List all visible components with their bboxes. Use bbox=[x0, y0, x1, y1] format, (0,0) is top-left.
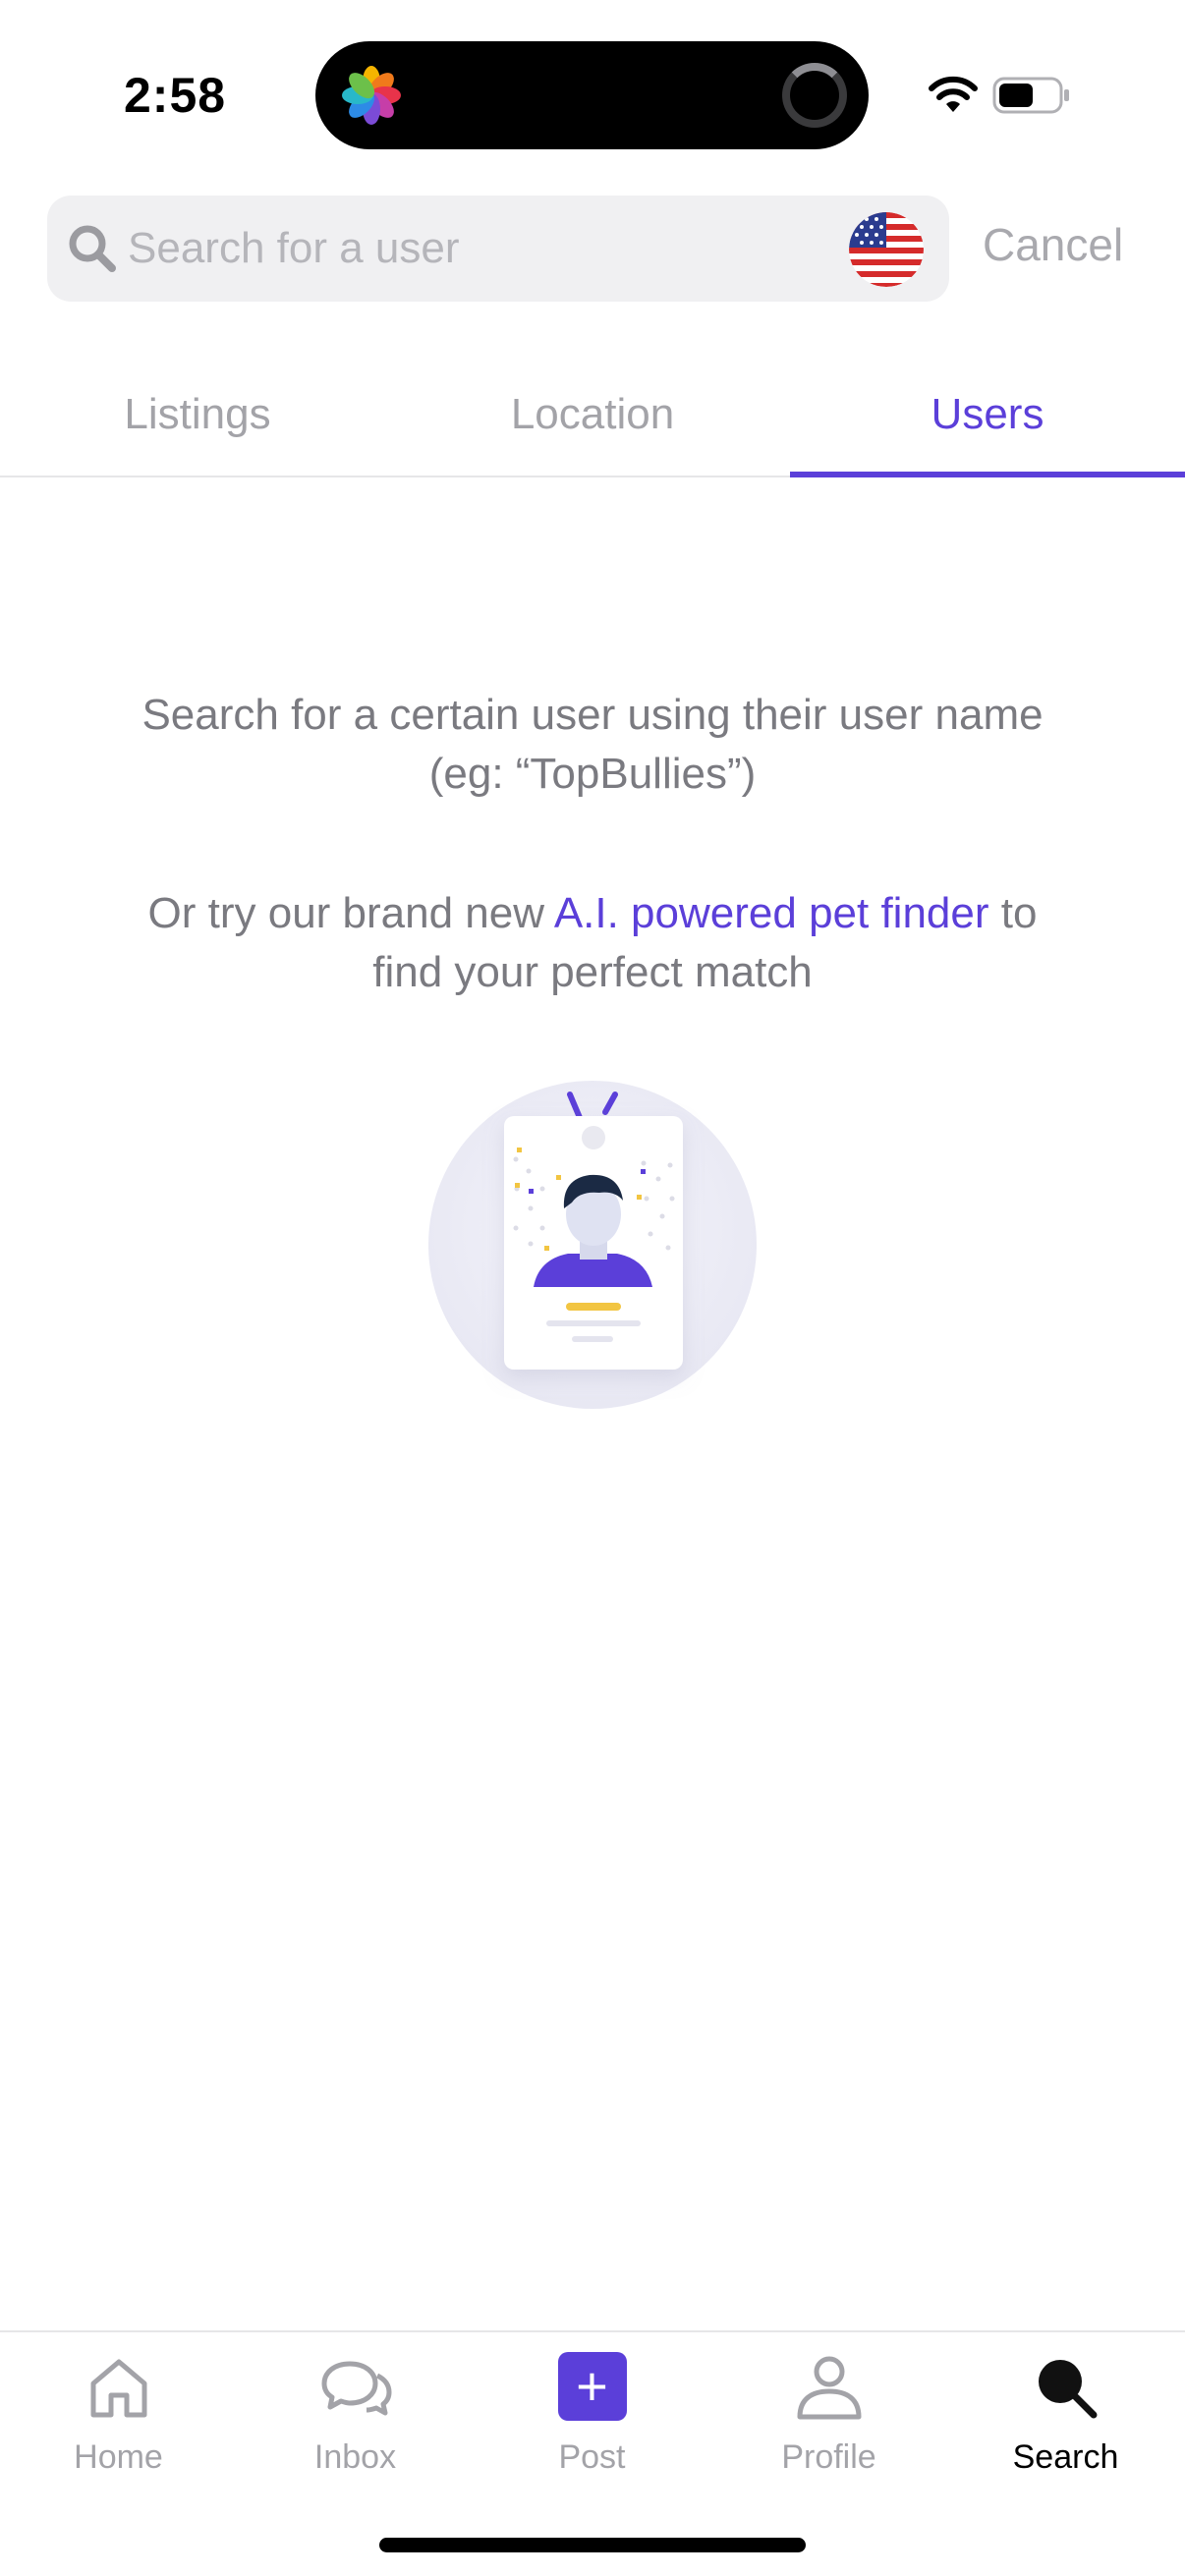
tab-listings[interactable]: Listings bbox=[0, 354, 395, 476]
search-hint-line-1: Search for a certain user using their us… bbox=[141, 691, 1044, 739]
nav-item-inbox[interactable]: Inbox bbox=[237, 2332, 474, 2529]
search-input[interactable] bbox=[128, 196, 875, 302]
nav-label-home: Home bbox=[74, 2438, 163, 2476]
tab-users[interactable]: Users bbox=[790, 354, 1185, 476]
search-bar[interactable] bbox=[47, 196, 949, 302]
pet-finder-link[interactable]: A.I. powered pet finder bbox=[554, 889, 989, 937]
pet-finder-line-2: find your perfect match bbox=[372, 948, 813, 996]
search-icon bbox=[1038, 2360, 1097, 2419]
pet-finder-suffix: to bbox=[1000, 889, 1038, 937]
nav-label-post: Post bbox=[558, 2438, 626, 2476]
search-hint: Search for a certain user using their us… bbox=[59, 686, 1126, 804]
home-indicator bbox=[379, 2538, 806, 2552]
user-id-card-icon bbox=[428, 1081, 757, 1409]
search-hint-line-2: (eg: “TopBullies”) bbox=[428, 750, 757, 798]
dynamic-island bbox=[315, 41, 869, 149]
pet-finder-prefix: Or try our brand new bbox=[147, 889, 545, 937]
search-icon bbox=[69, 225, 116, 272]
nav-label-inbox: Inbox bbox=[313, 2438, 397, 2476]
home-icon bbox=[90, 2359, 146, 2418]
nav-item-home[interactable]: Home bbox=[0, 2332, 237, 2529]
chat-bubbles-icon bbox=[321, 2361, 391, 2416]
activity-spinner-icon bbox=[782, 63, 847, 128]
plus-icon: + bbox=[557, 2352, 627, 2421]
status-time: 2:58 bbox=[124, 68, 227, 123]
nav-label-profile: Profile bbox=[781, 2438, 876, 2476]
person-icon bbox=[797, 2356, 861, 2420]
nav-item-search[interactable]: Search bbox=[947, 2332, 1184, 2529]
wifi-icon bbox=[929, 76, 978, 112]
cancel-button[interactable]: Cancel bbox=[983, 218, 1123, 271]
search-tabs: Listings Location Users bbox=[0, 354, 1185, 477]
photos-app-icon bbox=[342, 66, 401, 125]
active-tab-indicator bbox=[790, 472, 1185, 477]
us-flag-icon[interactable] bbox=[849, 212, 924, 287]
nav-item-profile[interactable]: Profile bbox=[710, 2332, 947, 2529]
status-bar: 2:58 bbox=[0, 0, 1185, 187]
nav-label-search: Search bbox=[1012, 2438, 1119, 2476]
tab-location[interactable]: Location bbox=[395, 354, 790, 476]
battery-icon bbox=[992, 77, 1069, 114]
pet-finder-hint: Or try our brand new A.I. powered pet fi… bbox=[59, 884, 1126, 1002]
nav-item-post[interactable]: + Post bbox=[474, 2332, 710, 2529]
